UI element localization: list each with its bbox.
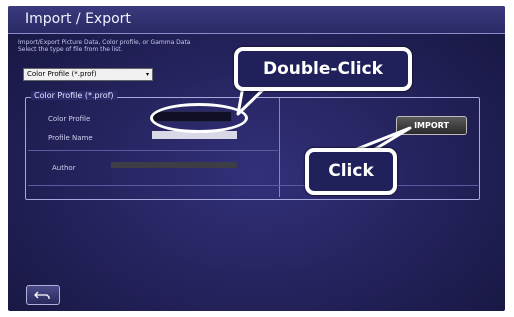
double-click-callout: Double-Click bbox=[234, 47, 412, 91]
click-callout: Click bbox=[305, 148, 397, 195]
